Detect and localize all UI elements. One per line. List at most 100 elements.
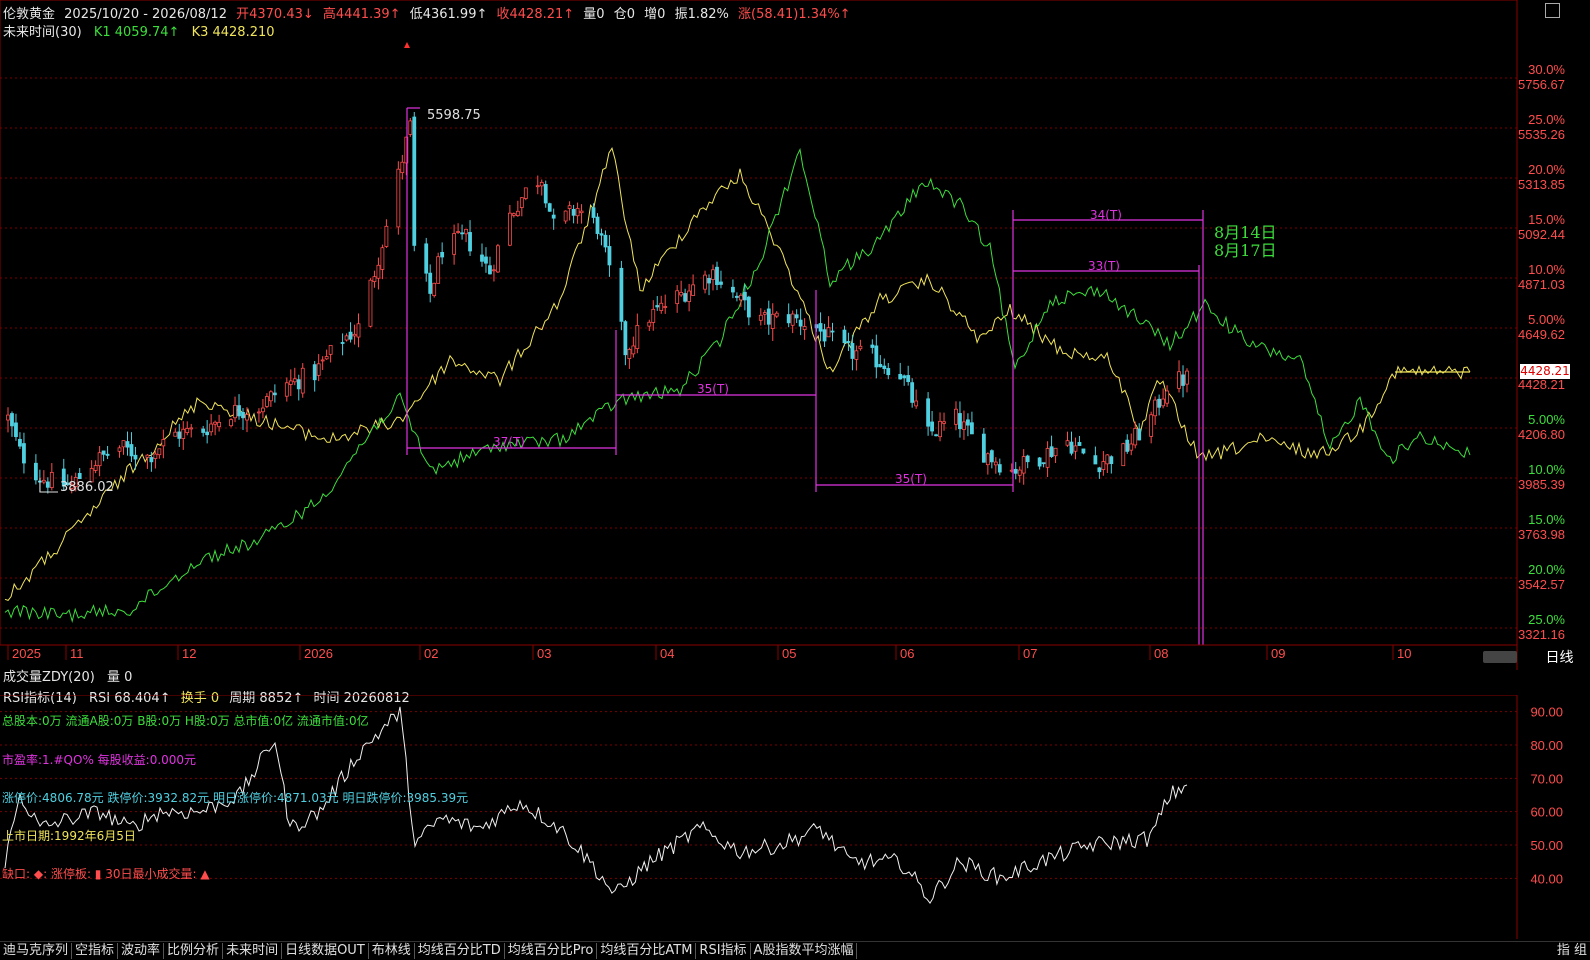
candle-body [1149, 414, 1154, 437]
tab-future-time[interactable]: 未来时间 [223, 943, 283, 959]
candle-body [300, 367, 305, 394]
cycle-label: 35(T) [697, 382, 729, 396]
amplitude-value: 振1.82% [674, 7, 729, 22]
limit-price-info: 涨停价:4806.78元 跌停价:3932.82元 明日涨停价:4871.03元… [2, 791, 469, 805]
candle-body [619, 267, 624, 322]
chart-frame [0, 0, 1518, 646]
candle-body [464, 228, 468, 235]
candle-body [993, 461, 998, 466]
tab-ratio-analysis[interactable]: 比例分析 [164, 943, 224, 959]
price-grid [0, 0, 1518, 670]
time-axis-label: 2025 [12, 646, 41, 661]
candle-body [1129, 443, 1134, 451]
close-price: 收4428.21↑ [496, 7, 575, 22]
rsi-axis-label: 90.00 [1530, 705, 1563, 720]
position-value: 仓0 [613, 7, 635, 22]
candle-body [515, 210, 520, 217]
candle-body [539, 181, 544, 187]
rsi-axis-label: 70.00 [1530, 771, 1563, 786]
candle-body [1181, 374, 1185, 386]
candle-body [786, 314, 791, 324]
candle-body [675, 290, 680, 305]
candle-body [320, 359, 325, 362]
legend-info: 缺口: ◆: 涨停板: ▮ 30日最小成交量: ▲ [2, 867, 210, 881]
candle-body [352, 333, 357, 337]
axis-price-label: 5535.26 [1518, 127, 1565, 142]
time-axis: 2025 11 12 2026 02 03 04 05 06 07 08 09 10 [0, 644, 1517, 661]
candle-body [850, 343, 855, 359]
candle-body [18, 438, 22, 447]
tab-ma-percent-atm[interactable]: 均线百分比ATM [597, 943, 697, 959]
tab-daily-data-out[interactable]: 日线数据OUT [282, 943, 369, 959]
candle-body [798, 319, 803, 327]
tab-ma-percent-td[interactable]: 均线百分比TD [415, 943, 505, 959]
candle-body [647, 321, 652, 327]
candle-body [746, 296, 751, 318]
tab-a-share-index[interactable]: A股指数平均涨幅 [751, 943, 858, 959]
time-axis-label: 05 [782, 646, 796, 661]
candle-body [1037, 457, 1042, 467]
candle-body [241, 412, 245, 419]
rsi-chart-panel[interactable]: 90.00 80.00 70.00 60.00 50.00 40.00 [0, 695, 1590, 939]
candle-body [523, 187, 528, 199]
candle-body [340, 342, 345, 344]
cycle-label: 35(T) [895, 472, 927, 486]
candle-body [396, 168, 401, 228]
period-button[interactable]: 日线 [1532, 648, 1587, 668]
candle-body [1053, 447, 1058, 457]
candle-body [738, 294, 743, 301]
tab-demark[interactable]: 迪马克序列 [0, 943, 73, 959]
candle-body [687, 290, 692, 302]
candle-body [177, 431, 182, 439]
rsi-chart-svg[interactable]: 90.00 80.00 70.00 60.00 50.00 40.00 [0, 695, 1590, 939]
tab-volatility[interactable]: 波动率 [118, 943, 165, 959]
axis-pct-label: 25.0% [1528, 612, 1565, 627]
low-price: 低4361.99↑ [409, 7, 488, 22]
candle-body [579, 210, 584, 214]
tab-empty-indicator[interactable]: 空指标 [72, 943, 119, 959]
candle-body [1109, 456, 1114, 465]
axis-pct-label: 25.0% [1528, 112, 1565, 127]
date-range: 2025/10/20 - 2026/08/12 [64, 7, 227, 22]
candle-body [133, 454, 138, 460]
candle-body [125, 441, 130, 448]
candle-body [440, 252, 445, 258]
indicator-name: 未来时间(30) [3, 25, 82, 40]
candle-body [679, 291, 684, 296]
candle-body [846, 341, 851, 343]
tab-group-button[interactable]: 指 组 [1554, 943, 1590, 959]
candle-body [623, 321, 628, 356]
candle-body [1093, 455, 1098, 465]
indicator-k3: K3 4428.210 [191, 25, 275, 40]
candle-body [970, 422, 974, 435]
tab-ma-percent-pro[interactable]: 均线百分比Pro [505, 943, 598, 959]
tab-rsi[interactable]: RSI指标 [696, 943, 751, 959]
candle-body [209, 423, 214, 433]
candle-body [942, 421, 946, 424]
candle-body [906, 375, 911, 383]
candle-body [651, 308, 656, 323]
time-scroll-handle[interactable] [1483, 651, 1517, 663]
tab-bollinger[interactable]: 布林线 [369, 943, 415, 959]
axis-price-label: 5092.44 [1518, 227, 1565, 242]
candle-body [312, 364, 317, 381]
main-chart-panel[interactable]: 30.0% 5756.67 25.0% 5535.26 20.0% 5313.85 15.0… [0, 0, 1590, 670]
main-chart-svg[interactable]: 30.0%5756.6725.0%5535.2620.0%5313.8515.0… [0, 0, 1590, 670]
time-axis-label: 03 [537, 646, 551, 661]
candle-body [962, 421, 966, 430]
candle-body [460, 232, 464, 235]
maximize-button[interactable] [1545, 3, 1560, 18]
axis-price-label: 3763.98 [1518, 527, 1565, 542]
high-label: 5598.75 [427, 108, 481, 123]
candle-body [938, 420, 942, 438]
candle-body [934, 434, 938, 437]
candle-body [233, 404, 237, 419]
candle-body [412, 116, 417, 246]
low-label: 3886.02 [60, 480, 114, 495]
candle-body [1185, 370, 1189, 385]
future-time-yellow-line [4, 146, 1471, 601]
candle-body [41, 479, 46, 483]
axis-pct-label: 20.0% [1528, 162, 1565, 177]
candle-body [683, 293, 688, 302]
axis-price-label: 3321.16 [1518, 627, 1565, 642]
